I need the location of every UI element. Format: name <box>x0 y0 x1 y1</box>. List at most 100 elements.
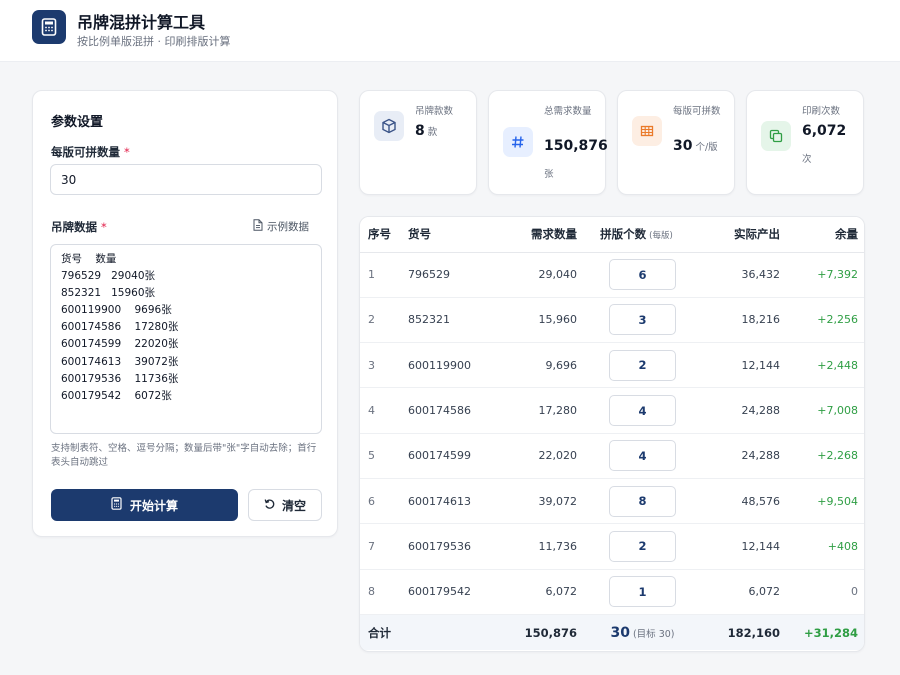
row-pin-cell: 1 <box>577 569 696 615</box>
col-header-pin: 拼版个数 (每版) <box>577 217 696 253</box>
grid-icon <box>632 116 662 146</box>
row-output: 24,288 <box>696 387 780 434</box>
row-sku: 852321 <box>408 297 488 344</box>
row-remainder: +7,008 <box>780 387 864 434</box>
row-sku: 600174599 <box>408 433 488 479</box>
start-calc-label: 开始计算 <box>129 498 178 513</box>
example-data-link[interactable]: 示例数据 <box>253 219 309 234</box>
stat-label: 印刷次数 <box>802 106 841 117</box>
row-demand: 9,696 <box>488 342 577 389</box>
stat-label: 总需求数量 <box>544 106 592 117</box>
col-header-output: 实际产出 <box>696 217 780 253</box>
stat-number: 30 <box>673 138 693 154</box>
copy-icon <box>761 121 791 151</box>
total-output: 182,160 <box>696 614 780 651</box>
row-output: 18,216 <box>696 297 780 344</box>
pin-count-input[interactable]: 2 <box>609 349 676 381</box>
results-table: 序号 货号 需求数量 拼版个数 (每版) 实际产出 余量 1 796529 29,04… <box>360 217 864 651</box>
stat-card-per-plate: 每版可拼数 30 个/版 <box>617 90 735 195</box>
stat-unit: 个/版 <box>695 142 718 153</box>
row-pin-cell: 4 <box>577 387 696 434</box>
stat-unit: 张 <box>544 169 554 180</box>
row-remainder: +2,268 <box>780 433 864 479</box>
stat-value: 30 个/版 <box>673 138 718 154</box>
table-header-row: 序号 货号 需求数量 拼版个数 (每版) 实际产出 余量 <box>360 217 864 253</box>
row-remainder: +2,448 <box>780 342 864 389</box>
clear-label: 清空 <box>281 498 306 513</box>
row-remainder: +408 <box>780 523 864 570</box>
row-demand: 22,020 <box>488 433 577 479</box>
required-mark: * <box>124 145 130 159</box>
calculator-icon <box>32 10 66 44</box>
row-demand: 15,960 <box>488 297 577 344</box>
row-output: 24,288 <box>696 433 780 479</box>
table-row: 4 600174586 17,280 4 24,288 +7,008 <box>360 387 864 434</box>
row-sku: 796529 <box>408 252 488 298</box>
total-demand: 150,876 <box>488 614 577 651</box>
row-sku: 600174586 <box>408 387 488 434</box>
app-header: 吊牌混拼计算工具 按比例单版混拼 · 印刷排版计算 <box>0 0 900 62</box>
row-output: 12,144 <box>696 342 780 389</box>
pin-count-input[interactable]: 2 <box>609 530 676 562</box>
per-plate-label: 每版可拼数量 * <box>51 144 130 160</box>
total-pin-cell: 30 (目标 30) <box>577 614 696 651</box>
per-plate-input[interactable] <box>50 164 322 195</box>
col-header-demand: 需求数量 <box>488 217 577 253</box>
stat-card-styles: 吊牌款数 8款 <box>359 90 477 195</box>
document-icon <box>253 219 263 234</box>
stat-label: 吊牌款数 <box>415 106 454 117</box>
row-index: 8 <box>360 569 408 615</box>
row-pin-cell: 6 <box>577 252 696 298</box>
total-sku-empty <box>408 614 488 651</box>
total-target: (目标 30) <box>632 628 675 640</box>
table-row: 2 852321 15,960 3 18,216 +2,256 <box>360 297 864 344</box>
pin-count-input[interactable]: 8 <box>609 485 676 517</box>
row-demand: 11,736 <box>488 523 577 570</box>
pin-count-input[interactable]: 4 <box>609 395 676 427</box>
row-pin-cell: 3 <box>577 297 696 344</box>
row-demand: 29,040 <box>488 252 577 298</box>
row-index: 4 <box>360 387 408 434</box>
stat-number: 8 <box>415 123 425 139</box>
pin-count-input[interactable]: 1 <box>609 576 676 608</box>
total-remainder: +31,284 <box>780 614 864 651</box>
total-label: 合计 <box>360 614 408 651</box>
row-pin-cell: 2 <box>577 342 696 389</box>
input-hint: 支持制表符、空格、逗号分隔；数量后带"张"字自动去除；首行表头自动跳过 <box>51 443 317 468</box>
row-sku: 600119900 <box>408 342 488 389</box>
table-row: 3 600119900 9,696 2 12,144 +2,448 <box>360 342 864 389</box>
table-row: 6 600174613 39,072 8 48,576 +9,504 <box>360 478 864 525</box>
row-index: 6 <box>360 478 408 525</box>
row-remainder: +7,392 <box>780 252 864 298</box>
tag-data-textarea[interactable]: 货号 数量 796529 29040张 852321 15960张 600119… <box>50 244 322 434</box>
table-row: 8 600179542 6,072 1 6,072 0 <box>360 569 864 615</box>
row-pin-cell: 4 <box>577 433 696 479</box>
col-header-sku: 货号 <box>408 217 488 253</box>
total-row: 合计 150,876 30 (目标 30) 182,160 +31,284 <box>360 614 864 651</box>
stat-unit: 次 <box>802 154 812 165</box>
stat-number: 150,876 <box>544 138 608 154</box>
table-row: 1 796529 29,040 6 36,432 +7,392 <box>360 252 864 298</box>
pin-count-input[interactable]: 3 <box>609 304 676 336</box>
stat-value: 8款 <box>415 123 437 139</box>
pin-count-input[interactable]: 6 <box>609 259 676 291</box>
start-calc-button[interactable]: 开始计算 <box>51 489 238 521</box>
app-subtitle: 按比例单版混拼 · 印刷排版计算 <box>77 35 231 48</box>
col-header-remainder: 余量 <box>780 217 864 253</box>
reset-icon <box>264 498 276 513</box>
data-label: 吊牌数据 * <box>51 219 107 235</box>
stat-number: 6,072 <box>802 123 847 139</box>
col-header-index: 序号 <box>360 217 408 253</box>
stat-unit: 款 <box>427 127 438 138</box>
row-output: 48,576 <box>696 478 780 525</box>
row-index: 5 <box>360 433 408 479</box>
pin-count-input[interactable]: 4 <box>609 440 676 472</box>
stat-card-total-demand: 总需求数量 150,876 张 <box>488 90 608 195</box>
params-section-title: 参数设置 <box>51 115 104 130</box>
table-row: 5 600174599 22,020 4 24,288 +2,268 <box>360 433 864 479</box>
example-data-label: 示例数据 <box>267 221 309 233</box>
clear-button[interactable]: 清空 <box>248 489 322 521</box>
row-output: 12,144 <box>696 523 780 570</box>
calculator-icon <box>111 497 122 513</box>
stat-card-print-count: 印刷次数 6,072 次 <box>746 90 864 195</box>
